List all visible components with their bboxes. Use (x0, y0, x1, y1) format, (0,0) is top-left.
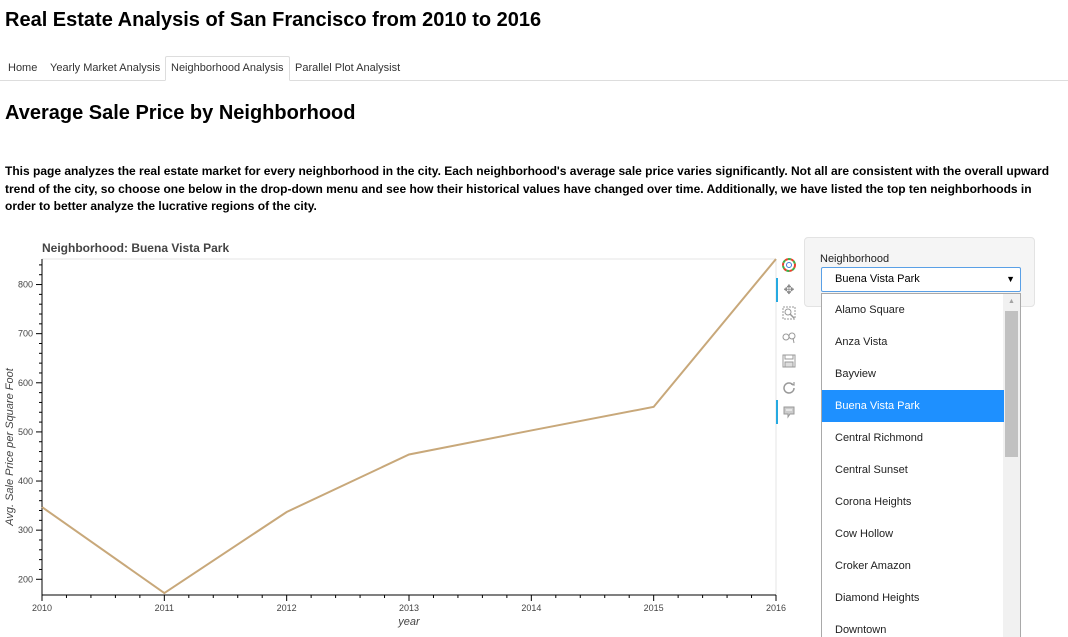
x-tick-label: 2016 (766, 603, 786, 613)
dropdown-option[interactable]: Bayview (822, 358, 1004, 390)
dropdown-option[interactable]: Diamond Heights (822, 582, 1004, 614)
tab-home[interactable]: Home (3, 56, 42, 80)
pan-active-indicator (776, 278, 778, 302)
y-tick-label: 700 (18, 329, 33, 339)
y-tick-label: 800 (18, 280, 33, 290)
intro-paragraph: This page analyzes the real estate marke… (5, 164, 1050, 213)
neighborhood-select-value: Buena Vista Park (835, 273, 920, 285)
bokeh-logo-icon[interactable] (782, 258, 796, 272)
pan-icon[interactable]: ✥ (782, 283, 796, 297)
reset-icon[interactable] (782, 380, 796, 394)
y-tick-label: 300 (18, 525, 33, 535)
chart-title: Neighborhood: Buena Vista Park (42, 241, 229, 255)
neighborhood-select[interactable]: Buena Vista Park ▼ (821, 267, 1021, 292)
tab-yearly-market-analysis[interactable]: Yearly Market Analysis (45, 56, 165, 80)
chart-toolbar: ✥ (776, 256, 800, 426)
dropdown-option[interactable]: Corona Heights (822, 486, 1004, 518)
neighborhood-label: Neighborhood (820, 253, 890, 265)
dropdown-option[interactable]: Anza Vista (822, 326, 1004, 358)
x-axis-label: year (397, 616, 421, 628)
dropdown-option[interactable]: Central Richmond (822, 422, 1004, 454)
app-title: Real Estate Analysis of San Francisco fr… (5, 9, 542, 31)
y-tick-label: 600 (18, 378, 33, 388)
scroll-up-icon[interactable]: ▲ (1003, 294, 1020, 310)
save-icon[interactable] (782, 354, 796, 368)
dropdown-option[interactable]: Central Sunset (822, 454, 1004, 486)
dropdown-option[interactable]: Alamo Square (822, 294, 1004, 326)
y-tick-label: 400 (18, 476, 33, 486)
hover-active-indicator (776, 400, 778, 424)
y-axis-label: Avg. Sale Price per Square Foot (4, 367, 16, 526)
box-zoom-icon[interactable] (782, 306, 796, 320)
line-chart-svg: Neighborhood: Buena Vista Park 2010 2011 20… (4, 241, 786, 628)
scroll-thumb[interactable] (1005, 311, 1018, 457)
dropdown-scrollbar[interactable]: ▲ (1003, 294, 1020, 637)
neighborhood-dropdown-list[interactable]: ▲ Alamo Square Anza Vista Bayview Buena Vis… (821, 293, 1021, 637)
dropdown-option[interactable]: Downtown (822, 614, 1004, 637)
hover-icon[interactable] (782, 405, 796, 419)
page-title: Average Sale Price by Neighborhood (5, 102, 356, 124)
dropdown-option[interactable]: Buena Vista Park (822, 390, 1004, 422)
x-tick-label: 2011 (155, 603, 174, 613)
y-tick-label: 200 (18, 574, 33, 584)
x-tick-label: 2014 (521, 603, 541, 613)
tab-parallel-plot-analysist[interactable]: Parallel Plot Analysist (290, 56, 405, 80)
line-chart[interactable]: Neighborhood: Buena Vista Park 2010 2011 20… (0, 236, 800, 637)
tab-bar: Home Yearly Market Analysis Neighborhood… (0, 56, 1068, 81)
tab-neighborhood-analysis[interactable]: Neighborhood Analysis (165, 56, 290, 81)
dropdown-option[interactable]: Cow Hollow (822, 518, 1004, 550)
series-line (41, 258, 777, 595)
x-tick-label: 2012 (277, 603, 297, 613)
wheel-zoom-icon[interactable] (782, 330, 796, 344)
y-tick-label: 500 (18, 427, 33, 437)
x-tick-label: 2013 (399, 603, 419, 613)
dropdown-option[interactable]: Croker Amazon (822, 550, 1004, 582)
x-tick-label: 2010 (32, 603, 52, 613)
x-tick-label: 2015 (644, 603, 664, 613)
dropdown-arrow-icon[interactable]: ▼ (1006, 268, 1015, 291)
